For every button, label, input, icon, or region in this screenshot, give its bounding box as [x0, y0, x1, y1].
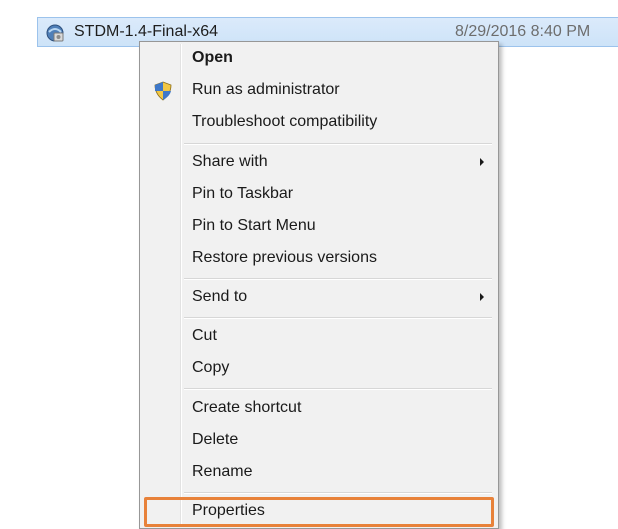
- menu-item-label: Share with: [192, 153, 268, 170]
- submenu-arrow-icon: [480, 158, 484, 166]
- menu-item-label: Create shortcut: [192, 399, 302, 416]
- context-menu: Open Run as administrator Troubleshoot c…: [139, 41, 499, 529]
- menu-separator: [184, 388, 492, 390]
- file-date-modified: 8/29/2016 8:40 PM: [455, 23, 591, 40]
- menu-item-label: Send to: [192, 288, 248, 305]
- menu-separator: [184, 492, 492, 494]
- menu-item-label: Delete: [192, 431, 239, 448]
- menu-separator: [184, 278, 492, 280]
- menu-item-label: Open: [192, 49, 233, 66]
- menu-item-run-as-administrator[interactable]: Run as administrator: [144, 76, 494, 106]
- menu-item-delete[interactable]: Delete: [144, 426, 494, 456]
- menu-item-pin-to-start-menu[interactable]: Pin to Start Menu: [144, 212, 494, 242]
- menu-item-label: Properties: [192, 502, 265, 519]
- menu-item-cut[interactable]: Cut: [144, 322, 494, 352]
- menu-item-send-to[interactable]: Send to: [144, 283, 494, 313]
- menu-separator: [184, 317, 492, 319]
- menu-item-label: Troubleshoot compatibility: [192, 113, 378, 130]
- menu-item-restore-previous-versions[interactable]: Restore previous versions: [144, 244, 494, 274]
- menu-item-troubleshoot-compatibility[interactable]: Troubleshoot compatibility: [144, 108, 494, 138]
- menu-separator: [184, 143, 492, 145]
- menu-item-pin-to-taskbar[interactable]: Pin to Taskbar: [144, 180, 494, 210]
- menu-item-open[interactable]: Open: [144, 44, 494, 74]
- menu-item-properties[interactable]: Properties: [144, 497, 494, 527]
- setup-installer-icon: [45, 23, 65, 43]
- menu-item-label: Pin to Taskbar: [192, 185, 294, 202]
- file-name[interactable]: STDM-1.4-Final-x64: [74, 23, 218, 41]
- menu-item-label: Cut: [192, 327, 217, 344]
- menu-item-copy[interactable]: Copy: [144, 354, 494, 384]
- menu-item-create-shortcut[interactable]: Create shortcut: [144, 394, 494, 424]
- menu-item-label: Restore previous versions: [192, 249, 377, 266]
- uac-shield-icon: [153, 81, 173, 101]
- menu-item-label: Pin to Start Menu: [192, 217, 316, 234]
- menu-item-label: Run as administrator: [192, 81, 340, 98]
- menu-item-label: Rename: [192, 463, 253, 480]
- submenu-arrow-icon: [480, 293, 484, 301]
- menu-item-share-with[interactable]: Share with: [144, 148, 494, 178]
- menu-item-rename[interactable]: Rename: [144, 458, 494, 488]
- menu-item-label: Copy: [192, 359, 230, 376]
